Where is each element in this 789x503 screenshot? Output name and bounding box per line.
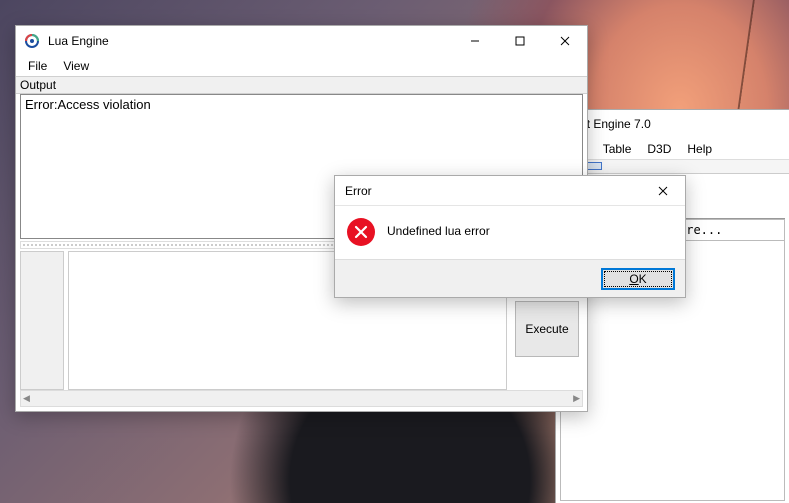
error-message: Undefined lua error	[387, 216, 490, 238]
error-close-button[interactable]	[640, 176, 685, 205]
error-circle-x-icon	[347, 218, 375, 246]
scroll-right-icon[interactable]: ▶	[573, 393, 580, 404]
ce-window-title: Cheat Engine 7.0	[556, 117, 789, 131]
ok-button[interactable]: OK	[601, 268, 675, 290]
lua-menu-file[interactable]: File	[20, 58, 55, 74]
output-section-label: Output	[16, 76, 587, 94]
horizontal-scrollbar[interactable]: ◀ ▶	[20, 390, 583, 407]
error-dialog: Error Undefined lua error OK	[334, 175, 686, 298]
ce-col-previous[interactable]: Pre...	[673, 220, 784, 240]
execute-button[interactable]: Execute	[515, 301, 579, 357]
line-number-gutter	[20, 251, 64, 390]
close-button[interactable]	[542, 27, 587, 56]
lua-window-title: Lua Engine	[46, 34, 452, 48]
ce-titlebar[interactable]: Cheat Engine 7.0	[556, 110, 789, 138]
ok-button-rest: K	[639, 272, 647, 286]
error-body: Undefined lua error	[335, 206, 685, 259]
error-footer: OK	[335, 259, 685, 297]
ce-menu-d3d[interactable]: D3D	[639, 140, 679, 158]
error-dialog-title: Error	[335, 184, 640, 198]
lua-menubar: File View	[16, 56, 587, 76]
ce-menu-table[interactable]: Table	[595, 140, 640, 158]
minimize-button[interactable]	[452, 27, 497, 56]
ok-button-mnemonic: O	[629, 272, 638, 286]
ce-menubar: Edit Table D3D Help	[556, 138, 789, 160]
lua-titlebar[interactable]: Lua Engine	[16, 26, 587, 56]
cheat-engine-window: Cheat Engine 7.0 Edit Table D3D Help alu…	[555, 109, 789, 503]
ce-toolbar	[556, 160, 789, 174]
ce-menu-help[interactable]: Help	[679, 140, 720, 158]
error-titlebar[interactable]: Error	[335, 176, 685, 206]
ce-icon	[24, 33, 40, 49]
scroll-left-icon[interactable]: ◀	[23, 393, 30, 404]
output-text: Error:Access violation	[25, 97, 151, 112]
lua-menu-view[interactable]: View	[55, 58, 97, 74]
maximize-button[interactable]	[497, 27, 542, 56]
